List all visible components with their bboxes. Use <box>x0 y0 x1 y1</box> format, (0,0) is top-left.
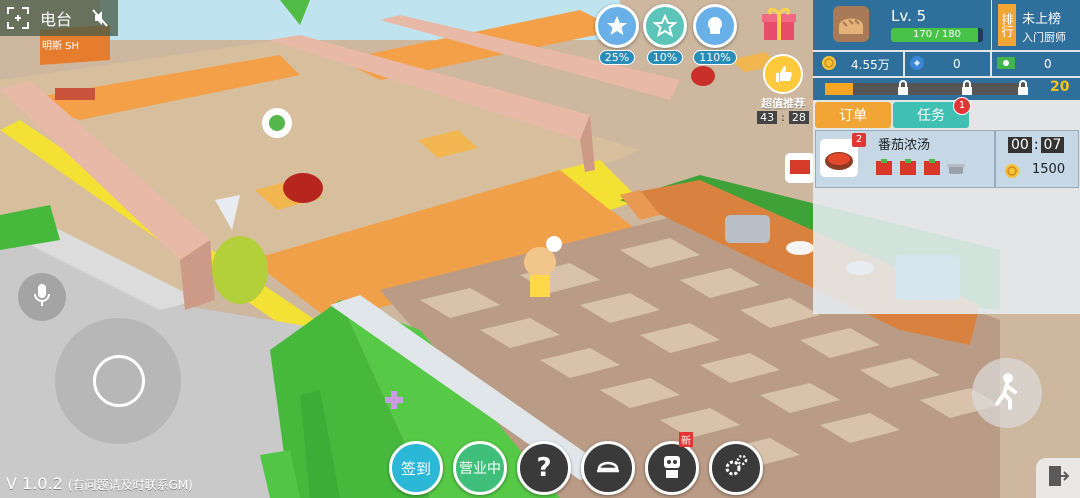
new-badge: 新 <box>679 432 693 447</box>
tab-orders[interactable]: 订单 <box>815 102 891 128</box>
progress-level-value: 20 <box>1050 79 1070 95</box>
exit-door-icon <box>1046 464 1070 492</box>
version-info: V 1.0.2 (有问题请及时联系GM) <box>6 474 193 493</box>
cash-icon <box>996 56 1016 73</box>
timer-min: 00 <box>1008 137 1032 153</box>
player-level-box[interactable]: Lv. 5 170 / 180 <box>813 0 991 50</box>
rank-status: 未上榜 <box>1022 12 1062 27</box>
bread-icon <box>833 6 869 42</box>
coin-icon <box>1004 163 1020 183</box>
dish-name: 番茄浓汤 <box>878 138 931 153</box>
buff-chef[interactable]: 110% <box>693 4 737 65</box>
voice-button[interactable] <box>18 273 66 321</box>
microphone-icon <box>32 282 52 312</box>
gem-display[interactable]: 0 <box>905 52 990 76</box>
chef-hat-icon <box>693 4 737 48</box>
tomato-icon <box>898 157 918 181</box>
order-reward: 1500 <box>1032 162 1066 177</box>
pot-icon <box>946 157 966 181</box>
buff-star-outline-value: 10% <box>646 50 684 65</box>
settings-button[interactable] <box>709 441 763 495</box>
buff-chef-value: 110% <box>693 50 737 65</box>
progress-track <box>825 83 1025 95</box>
gift-icon[interactable] <box>760 4 798 42</box>
wall-sign: 明斯 SH <box>42 41 80 52</box>
order-timer-box: 00 : 07 1500 <box>995 130 1079 188</box>
running-figure-icon <box>992 372 1022 414</box>
radio-label[interactable]: 电台 <box>40 6 72 30</box>
radio-bar: 电台 <box>0 0 118 36</box>
ingredient-list <box>874 157 966 181</box>
tomato-icon <box>874 157 894 181</box>
gem-value: 0 <box>953 57 961 71</box>
exp-text: 170 / 180 <box>913 29 961 40</box>
buff-star[interactable]: 25% <box>595 4 639 65</box>
promo-widget[interactable]: 超值推荐 43 : 28 <box>755 54 811 124</box>
order-item[interactable]: 2 番茄浓汤 <box>815 130 995 188</box>
timer-sec: 07 <box>1040 137 1065 153</box>
star-outline-icon <box>643 4 687 48</box>
buff-star-outline[interactable]: 10% <box>643 4 687 65</box>
tomato-icon <box>922 157 942 181</box>
open-status-button[interactable]: 营业中 <box>453 441 507 495</box>
jump-button[interactable] <box>972 358 1042 428</box>
help-button[interactable]: ? <box>517 441 571 495</box>
gem-icon <box>909 55 925 74</box>
robot-icon <box>659 452 685 484</box>
promo-timer-sec: 28 <box>788 111 809 124</box>
player-level: Lv. 5 <box>891 7 927 25</box>
lock-icon <box>1016 80 1030 100</box>
promo-label: 超值推荐 <box>761 97 805 110</box>
version-note: (有问题请及时联系GM) <box>67 478 193 492</box>
outfit-button[interactable] <box>581 441 635 495</box>
buff-star-value: 25% <box>598 50 636 65</box>
exp-bar: 170 / 180 <box>891 28 983 42</box>
screenshot-icon[interactable] <box>0 0 36 36</box>
promo-timer-min: 43 <box>757 111 778 124</box>
star-icon <box>595 4 639 48</box>
order-count-badge: 2 <box>852 133 866 147</box>
hat-icon <box>595 455 621 481</box>
cash-value: 0 <box>1044 57 1052 71</box>
lock-icon <box>896 80 910 100</box>
robot-button[interactable] <box>645 441 699 495</box>
level-progress: 20 <box>813 78 1080 100</box>
thumbs-up-icon <box>763 54 803 94</box>
signin-button[interactable]: 签到 <box>389 441 443 495</box>
exit-button[interactable] <box>1036 458 1080 498</box>
cash-display[interactable]: 0 <box>992 52 1080 76</box>
rank-name: 入门厨师 <box>1022 31 1066 44</box>
coin-icon <box>821 55 837 74</box>
version-number: V 1.0.2 <box>6 474 63 493</box>
joystick-knob[interactable] <box>93 355 145 407</box>
joystick-base[interactable] <box>55 318 181 444</box>
rank-button[interactable]: 排行 未上榜 入门厨师 <box>992 0 1080 50</box>
coin-display[interactable]: 4.55万 <box>813 52 903 76</box>
rank-title: 排行 <box>998 4 1016 46</box>
tasks-badge: 1 <box>953 97 971 115</box>
gears-icon <box>722 452 750 484</box>
mute-icon[interactable] <box>92 9 108 31</box>
coin-value: 4.55万 <box>851 57 890 72</box>
